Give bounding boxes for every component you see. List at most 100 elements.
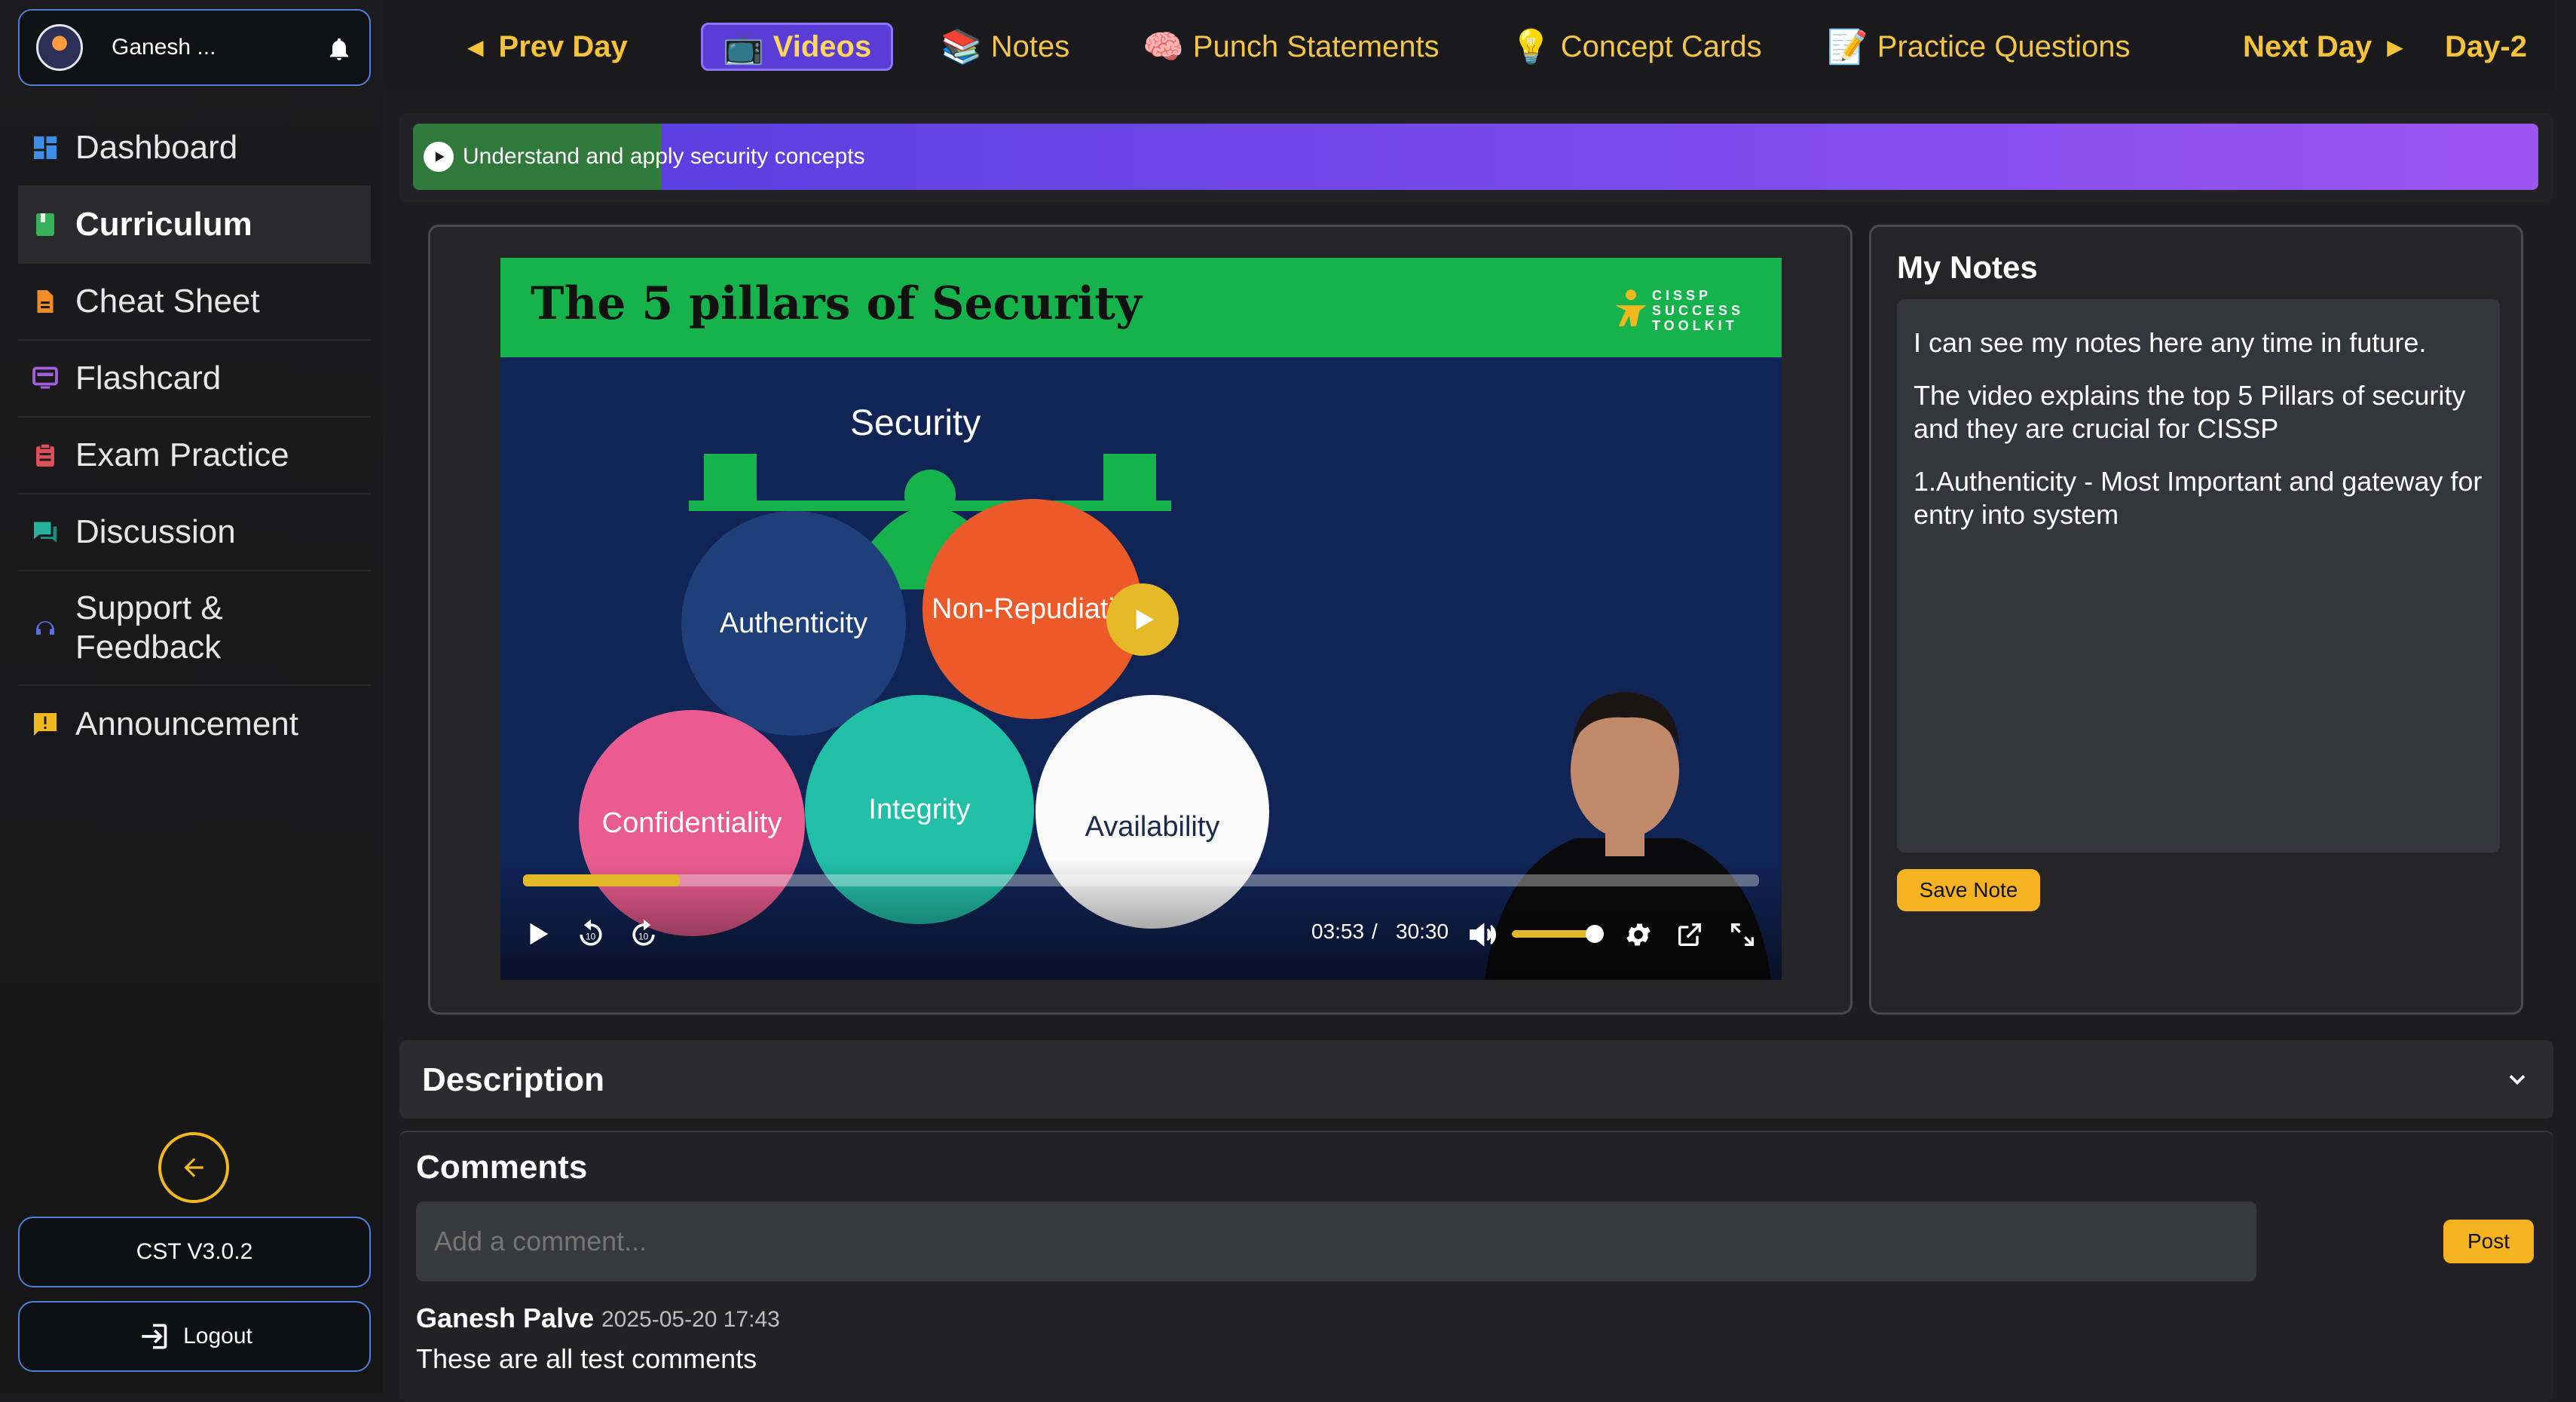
collapse-sidebar-button[interactable]	[158, 1132, 229, 1203]
caret-right-icon: ▶	[2387, 35, 2403, 59]
top-nav: ◀ Prev Day 📺 Videos 📚 Notes 🧠 Punch Stat…	[383, 0, 2555, 90]
tab-practice-questions[interactable]: 📝 Practice Questions	[1827, 23, 2131, 71]
fullscreen-icon[interactable]	[1727, 920, 1758, 950]
tab-notes[interactable]: 📚 Notes	[941, 23, 1069, 71]
user-name: Ganesh ...	[112, 35, 216, 60]
settings-gear-icon[interactable]	[1623, 920, 1654, 950]
next-day-label: Next Day	[2243, 29, 2373, 63]
prev-day-button[interactable]: ◀ Prev Day	[467, 23, 628, 71]
note-paragraph: 1.Authenticity - Most Important and gate…	[1914, 466, 2483, 530]
current-time: 03:53	[1311, 920, 1365, 943]
sidebar-item-curriculum[interactable]: Curriculum	[18, 187, 371, 264]
toolkit-logo-text: CISSP SUCCESS TOOLKIT	[1651, 288, 1744, 333]
notes-textarea[interactable]: I can see my notes here any time in futu…	[1897, 299, 2500, 853]
video-player[interactable]: The 5 pillars of Security CISSP SUCCESS …	[500, 258, 1782, 980]
note-paragraph: I can see my notes here any time in futu…	[1914, 327, 2427, 358]
sidebar-item-dashboard[interactable]: Dashboard	[18, 110, 371, 187]
save-note-button[interactable]: Save Note	[1897, 869, 2040, 911]
video-progress-bar[interactable]	[523, 874, 1759, 886]
sidebar-item-support[interactable]: Support & Feedback	[18, 571, 371, 686]
note-paragraph: The video explains the top 5 Pillars of …	[1914, 380, 2466, 444]
books-icon: 📚	[941, 29, 982, 66]
sidebar-item-announcement[interactable]: Announcement	[18, 686, 371, 763]
slide-header: The 5 pillars of Security CISSP SUCCESS …	[500, 258, 1782, 357]
memo-icon: 📝	[1827, 29, 1868, 66]
support-icon	[36, 621, 54, 635]
volume-slider[interactable]	[1512, 925, 1604, 943]
popout-icon[interactable]	[1675, 920, 1705, 950]
duration: 30:30	[1396, 920, 1449, 943]
sidebar-item-flashcard[interactable]: Flashcard	[18, 341, 371, 418]
sidebar-item-label: Flashcard	[75, 360, 222, 396]
avatar	[36, 24, 83, 71]
rewind-10-icon[interactable]: 10	[574, 918, 607, 951]
tab-label: Punch Statements	[1192, 29, 1439, 63]
arrow-left-icon	[184, 1158, 203, 1177]
version-button[interactable]: CST V3.0.2	[18, 1217, 371, 1287]
sidebar-item-label: Exam Practice	[75, 436, 289, 473]
sidebar-item-label: Dashboard	[75, 129, 238, 166]
banner-text: Understand and apply security concepts	[463, 144, 865, 169]
comment-text: These are all test comments	[416, 1343, 757, 1374]
pillar-authenticity: Authenticity	[681, 511, 906, 736]
tab-punch-statements[interactable]: 🧠 Punch Statements	[1143, 23, 1439, 71]
svg-text:10: 10	[638, 932, 649, 942]
logout-label: Logout	[183, 1324, 252, 1348]
comment-input[interactable]	[416, 1201, 2256, 1281]
version-label: CST V3.0.2	[136, 1239, 253, 1264]
description-accordion[interactable]: Description	[399, 1040, 2553, 1119]
tab-label: Notes	[990, 29, 1070, 63]
bell-icon[interactable]	[326, 35, 353, 63]
toolkit-logo-icon	[1615, 289, 1647, 326]
sidebar: Ganesh ... Dashboard Curriculum Cheat Sh…	[0, 0, 383, 1393]
volume-handle[interactable]	[1586, 925, 1604, 943]
tab-label: Videos	[772, 29, 872, 63]
volume-icon[interactable]	[1467, 918, 1500, 951]
tab-concept-cards[interactable]: 💡 Concept Cards	[1510, 23, 1762, 71]
tv-icon: 📺	[723, 29, 764, 66]
chat-icon	[34, 522, 57, 543]
tab-label: Concept Cards	[1560, 29, 1762, 63]
sidebar-item-discussion[interactable]: Discussion	[18, 494, 371, 571]
notes-panel: My Notes I can see my notes here any tim…	[1869, 225, 2523, 1015]
sidebar-item-label: Announcement	[75, 706, 298, 742]
slide-title: The 5 pillars of Security	[531, 277, 1142, 330]
svg-text:10: 10	[586, 932, 596, 942]
big-play-button[interactable]	[1106, 583, 1179, 656]
sidebar-item-exam-practice[interactable]: Exam Practice	[18, 418, 371, 494]
card-icon	[32, 366, 58, 389]
description-title: Description	[422, 1061, 605, 1098]
user-card[interactable]: Ganesh ...	[18, 9, 371, 86]
sidebar-item-label: Discussion	[75, 513, 236, 550]
caret-left-icon: ◀	[467, 35, 484, 59]
document-icon	[37, 290, 54, 313]
day-label: Day-2	[2445, 29, 2527, 63]
forward-10-icon[interactable]: 10	[627, 918, 660, 951]
day-indicator: Day-2	[2445, 23, 2527, 71]
tab-label: Practice Questions	[1877, 29, 2131, 63]
book-icon	[36, 213, 54, 236]
comments-title: Comments	[416, 1149, 588, 1186]
play-circle-icon	[424, 142, 454, 172]
time-separator: /	[1372, 920, 1378, 943]
sidebar-item-cheat-sheet[interactable]: Cheat Sheet	[18, 264, 371, 341]
tab-videos[interactable]: 📺 Videos	[701, 23, 894, 71]
prev-day-label: Prev Day	[498, 29, 628, 63]
comment-date: 2025-05-20 17:43	[601, 1307, 780, 1332]
logout-button[interactable]: Logout	[18, 1301, 371, 1372]
scale-label: Security	[850, 403, 981, 443]
sidebar-item-label: Curriculum	[75, 206, 252, 243]
clipboard-icon	[36, 443, 54, 467]
post-comment-button[interactable]: Post	[2443, 1220, 2534, 1263]
chevron-down-icon[interactable]	[2504, 1066, 2531, 1093]
comments-section: Comments Post Ganesh Palve 2025-05-20 17…	[399, 1131, 2553, 1402]
sidebar-item-label: Support & Feedback	[75, 589, 223, 666]
video-progress-fill	[523, 874, 681, 886]
next-day-button[interactable]: Next Day ▶	[2243, 23, 2403, 71]
topic-progress-banner: Understand and apply security concepts	[413, 124, 2538, 190]
sidebar-nav: Dashboard Curriculum Cheat Sheet Flashca…	[18, 110, 371, 763]
play-icon[interactable]	[523, 920, 552, 948]
brain-icon: 🧠	[1143, 29, 1184, 66]
comment-author: Ganesh Palve	[416, 1303, 595, 1333]
play-icon	[1136, 609, 1154, 630]
